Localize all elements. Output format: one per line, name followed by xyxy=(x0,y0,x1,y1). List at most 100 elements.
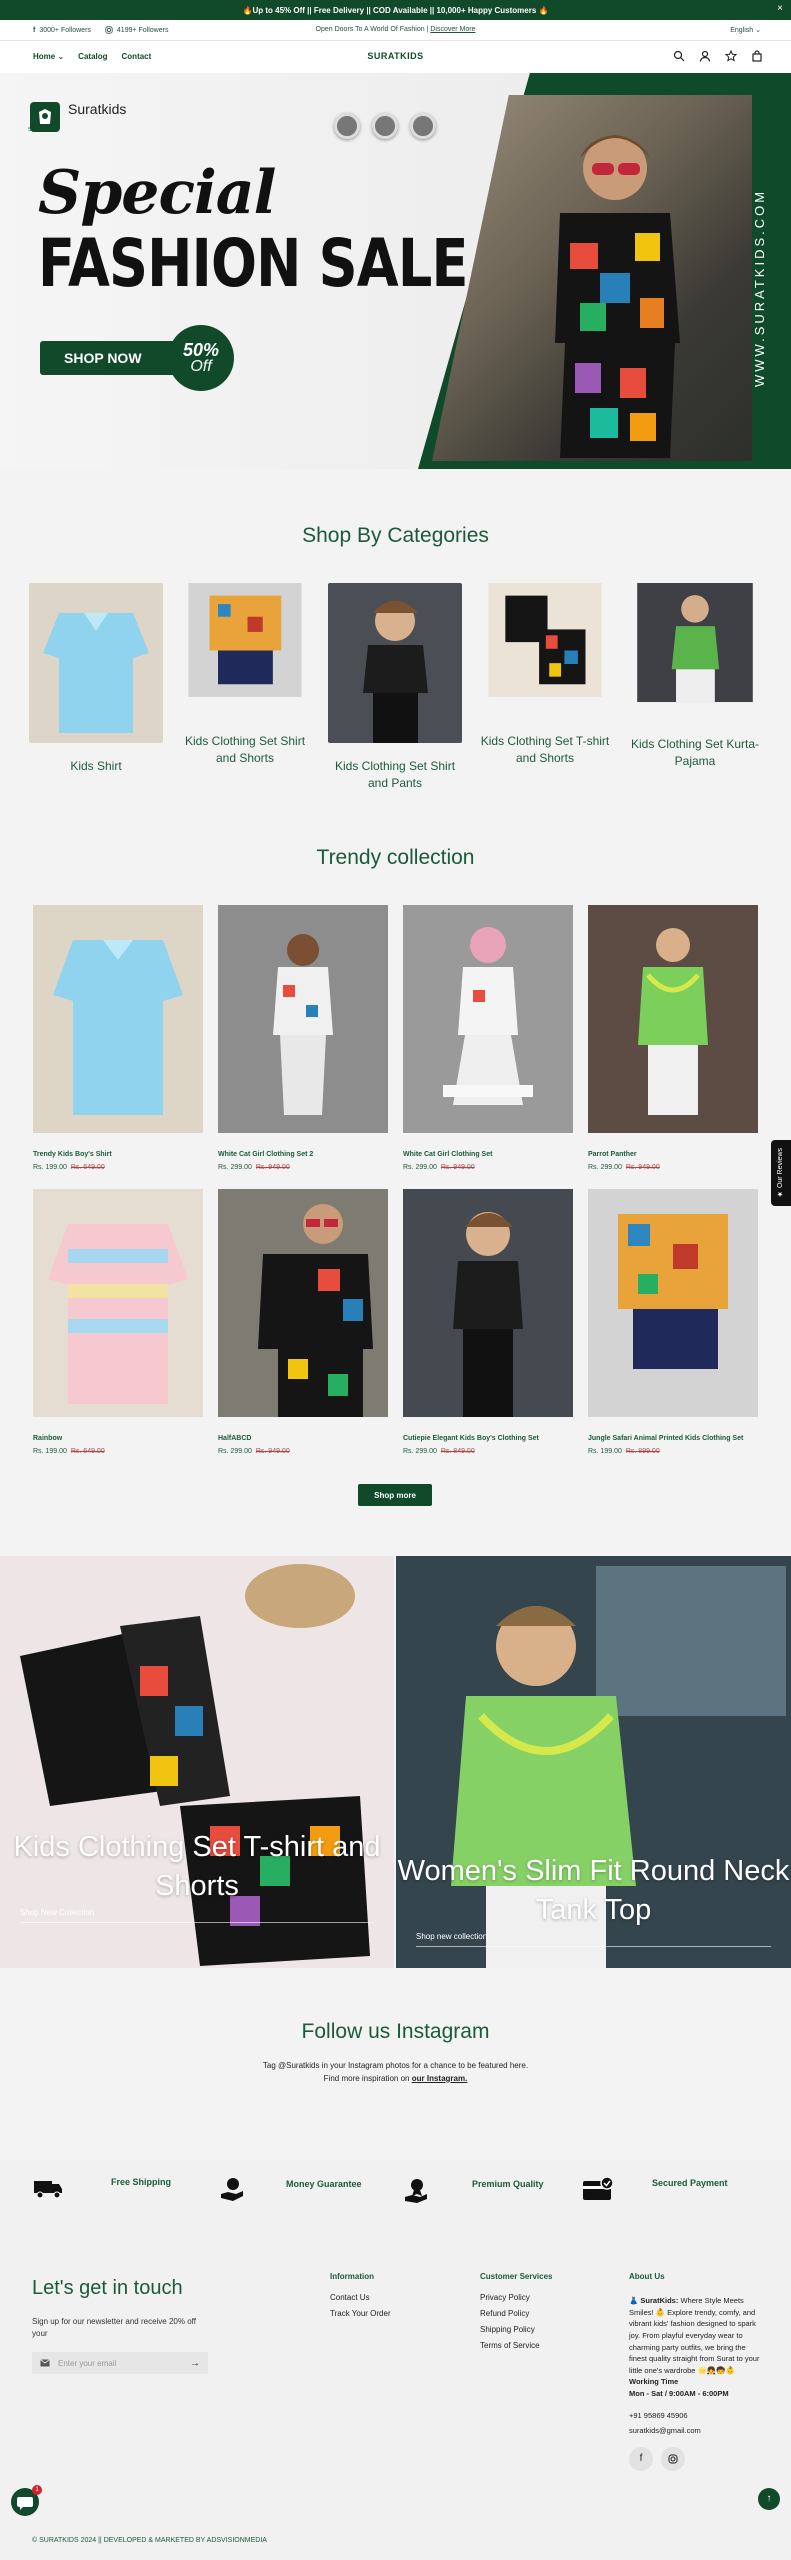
footer-about-column: About Us 👗 SuratKids: Where Style Meets … xyxy=(629,2272,764,2471)
footer-customer-services-column: Customer Services Privacy Policy Refund … xyxy=(480,2272,552,2357)
category-card[interactable]: Kids Clothing Set Kurta-Pajama xyxy=(628,583,762,770)
working-hours: Mon - Sat / 9:00AM - 6:00PM xyxy=(629,2389,729,2398)
product-name: Cutiepie Elegant Kids Boy's Clothing Set xyxy=(403,1435,539,1442)
product-card[interactable]: Cutiepie Elegant Kids Boy's Clothing Set… xyxy=(403,1189,573,1455)
product-card[interactable]: HalfABCD Rs. 299.00 Rs. 949.00 xyxy=(218,1189,388,1455)
product-price: Rs. 299.00 Rs. 949.00 xyxy=(218,1448,388,1455)
feature-label: Secured Payment xyxy=(652,2178,728,2188)
product-card[interactable]: White Cat Girl Clothing Set Rs. 299.00 Rs… xyxy=(403,905,573,1171)
decor-circle xyxy=(410,113,436,139)
collection-banner[interactable]: Kids Clothing Set T-shirt and Shorts Sho… xyxy=(0,1556,394,1968)
product-image xyxy=(588,1189,758,1417)
back-to-top-button[interactable]: ↑ xyxy=(758,2488,780,2510)
arrow-up-icon: ↑ xyxy=(766,2493,772,2504)
newsletter-text: Sign up for our newsletter and receive 2… xyxy=(32,2317,196,2338)
compare-price: Rs. 949.00 xyxy=(625,1164,660,1171)
category-card[interactable]: Kids Shirt xyxy=(29,583,163,775)
category-image xyxy=(637,583,753,703)
footer-col-title: Customer Services xyxy=(480,2272,553,2281)
category-image xyxy=(188,583,302,697)
arrow-right-icon[interactable]: → xyxy=(190,2358,200,2369)
sale-price: Rs. 299.00 xyxy=(403,1448,437,1455)
product-price: Rs. 199.00 Rs. 649.00 xyxy=(33,1448,203,1455)
shop-more-button[interactable]: Shop more xyxy=(358,1484,432,1506)
collection-title: Women's Slim Fit Round Neck Tank Top xyxy=(397,1855,790,1927)
product-name: White Cat Girl Clothing Set xyxy=(403,1151,493,1158)
product-name: Jungle Safari Animal Printed Kids Clothi… xyxy=(588,1435,744,1442)
product-card[interactable]: Trendy Kids Boy's Shirt Rs. 199.00 Rs. 64… xyxy=(33,905,203,1171)
collection-title: Kids Clothing Set T-shirt and Shorts xyxy=(13,1831,381,1903)
reviews-tab[interactable]: ★ Our Reviews xyxy=(771,1140,791,1206)
product-price: Rs. 299.00 Rs. 949.00 xyxy=(218,1164,388,1171)
wishlist-star-icon[interactable] xyxy=(725,50,737,62)
category-image xyxy=(488,583,602,697)
hero-website-vertical: WWW.SURATKIDS.COM xyxy=(752,188,767,388)
feature-item: Free Shipping xyxy=(32,2176,171,2200)
about-text: Where Style Meets Smiles! 👶 Explore tren… xyxy=(629,2296,760,2375)
footer-phone[interactable]: +91 95869 45906 xyxy=(629,2410,764,2422)
category-card[interactable]: Kids Clothing Set T-shirt and Shorts xyxy=(478,583,612,767)
footer-link[interactable]: Privacy Policy xyxy=(480,2293,552,2302)
footer-link[interactable]: Terms of Service xyxy=(480,2341,552,2350)
footer-col-title: About Us xyxy=(629,2272,665,2281)
sale-price: Rs. 299.00 xyxy=(403,1164,437,1171)
product-price: Rs. 299.00 Rs. 949.00 xyxy=(403,1164,573,1171)
instagram-link[interactable]: our Instagram. xyxy=(412,2074,468,2083)
instagram-title: Follow us Instagram xyxy=(301,2020,490,2043)
account-icon[interactable] xyxy=(699,50,711,62)
sale-price: Rs. 199.00 xyxy=(588,1448,622,1455)
footer-link[interactable]: Refund Policy xyxy=(480,2309,552,2318)
category-label: Kids Clothing Set T-shirt and Shorts xyxy=(480,734,610,765)
hero-brand-name: Suratkids xyxy=(68,101,127,117)
decor-circle xyxy=(334,113,360,139)
site-footer: Let's get in touch Sign up for our newsl… xyxy=(0,2230,791,2560)
close-icon[interactable]: × xyxy=(777,3,783,14)
search-icon[interactable] xyxy=(673,50,685,62)
product-image xyxy=(403,1189,573,1417)
cart-bag-icon[interactable] xyxy=(751,50,763,62)
feature-item: Premium Quality xyxy=(402,2176,544,2204)
category-image xyxy=(29,583,163,743)
instagram-line1: Tag @Suratkids in your Instagram photos … xyxy=(262,2061,529,2070)
mail-icon xyxy=(40,2359,50,2367)
newsletter-email-field[interactable]: Enter your email → xyxy=(32,2352,208,2374)
product-image xyxy=(588,905,758,1133)
footer-email[interactable]: suratkids@gmail.com xyxy=(629,2425,764,2437)
language-selector[interactable]: English ⌄ xyxy=(730,26,761,34)
product-price: Rs. 299.00 Rs. 849.00 xyxy=(403,1448,573,1455)
collection-subtitle[interactable]: Shop new collection xyxy=(416,1932,487,1941)
compare-price: Rs. 949.00 xyxy=(440,1164,475,1171)
chat-widget-button[interactable]: 1 xyxy=(11,2485,42,2516)
hero-banner[interactable]: Suratkids SURATKIDS Special FASHION SALE… xyxy=(0,73,791,469)
product-card[interactable]: Rainbow Rs. 199.00 Rs. 649.00 xyxy=(33,1189,203,1455)
hero-kid-image xyxy=(555,135,680,458)
product-card[interactable]: Jungle Safari Animal Printed Kids Clothi… xyxy=(588,1189,758,1455)
sale-price: Rs. 299.00 xyxy=(218,1448,252,1455)
copyright-text: © SURATKIDS 2024 || DEVELOPED & MARKETED… xyxy=(32,2537,267,2544)
instagram-icon[interactable] xyxy=(661,2446,685,2471)
category-card[interactable]: Kids Clothing Set Shirt and Pants xyxy=(328,583,462,792)
collection-banner[interactable]: Women's Slim Fit Round Neck Tank Top Sho… xyxy=(396,1556,791,1968)
badge-hand-icon xyxy=(405,2179,427,2203)
footer-link[interactable]: Shipping Policy xyxy=(480,2325,552,2334)
header-icons xyxy=(673,50,763,62)
product-image xyxy=(33,1189,203,1417)
discover-more-link[interactable]: Discover More xyxy=(430,26,475,33)
decorative-circles xyxy=(334,113,436,139)
collection-subtitle[interactable]: Shop New Collection xyxy=(20,1908,94,1917)
product-card[interactable]: White Cat Girl Clothing Set 2 Rs. 299.00… xyxy=(218,905,388,1171)
product-card[interactable]: Parrot Panther Rs. 299.00 Rs. 949.00 xyxy=(588,905,758,1171)
category-label: Kids Clothing Set Shirt and Pants xyxy=(334,759,456,790)
discount-badge: 50% Off xyxy=(168,325,234,391)
category-label: Kids Shirt xyxy=(70,759,122,773)
product-price: Rs. 299.00 Rs. 949.00 xyxy=(588,1164,758,1171)
money-hand-icon xyxy=(221,2178,243,2201)
promo-text: Open Doors To A World Of Fashion | xyxy=(315,26,429,33)
facebook-icon[interactable]: f xyxy=(629,2446,653,2471)
footer-link[interactable]: Contact Us xyxy=(330,2293,391,2302)
footer-link[interactable]: Track Your Order xyxy=(330,2309,391,2318)
category-card[interactable]: Kids Clothing Set Shirt and Shorts xyxy=(178,583,312,767)
announcement-text: 🔥Up to 45% Off || Free Delivery || COD A… xyxy=(242,5,549,15)
hero-special-text: Special xyxy=(38,158,276,228)
footer-information-column: Information Contact Us Track Your Order xyxy=(330,2272,391,2325)
